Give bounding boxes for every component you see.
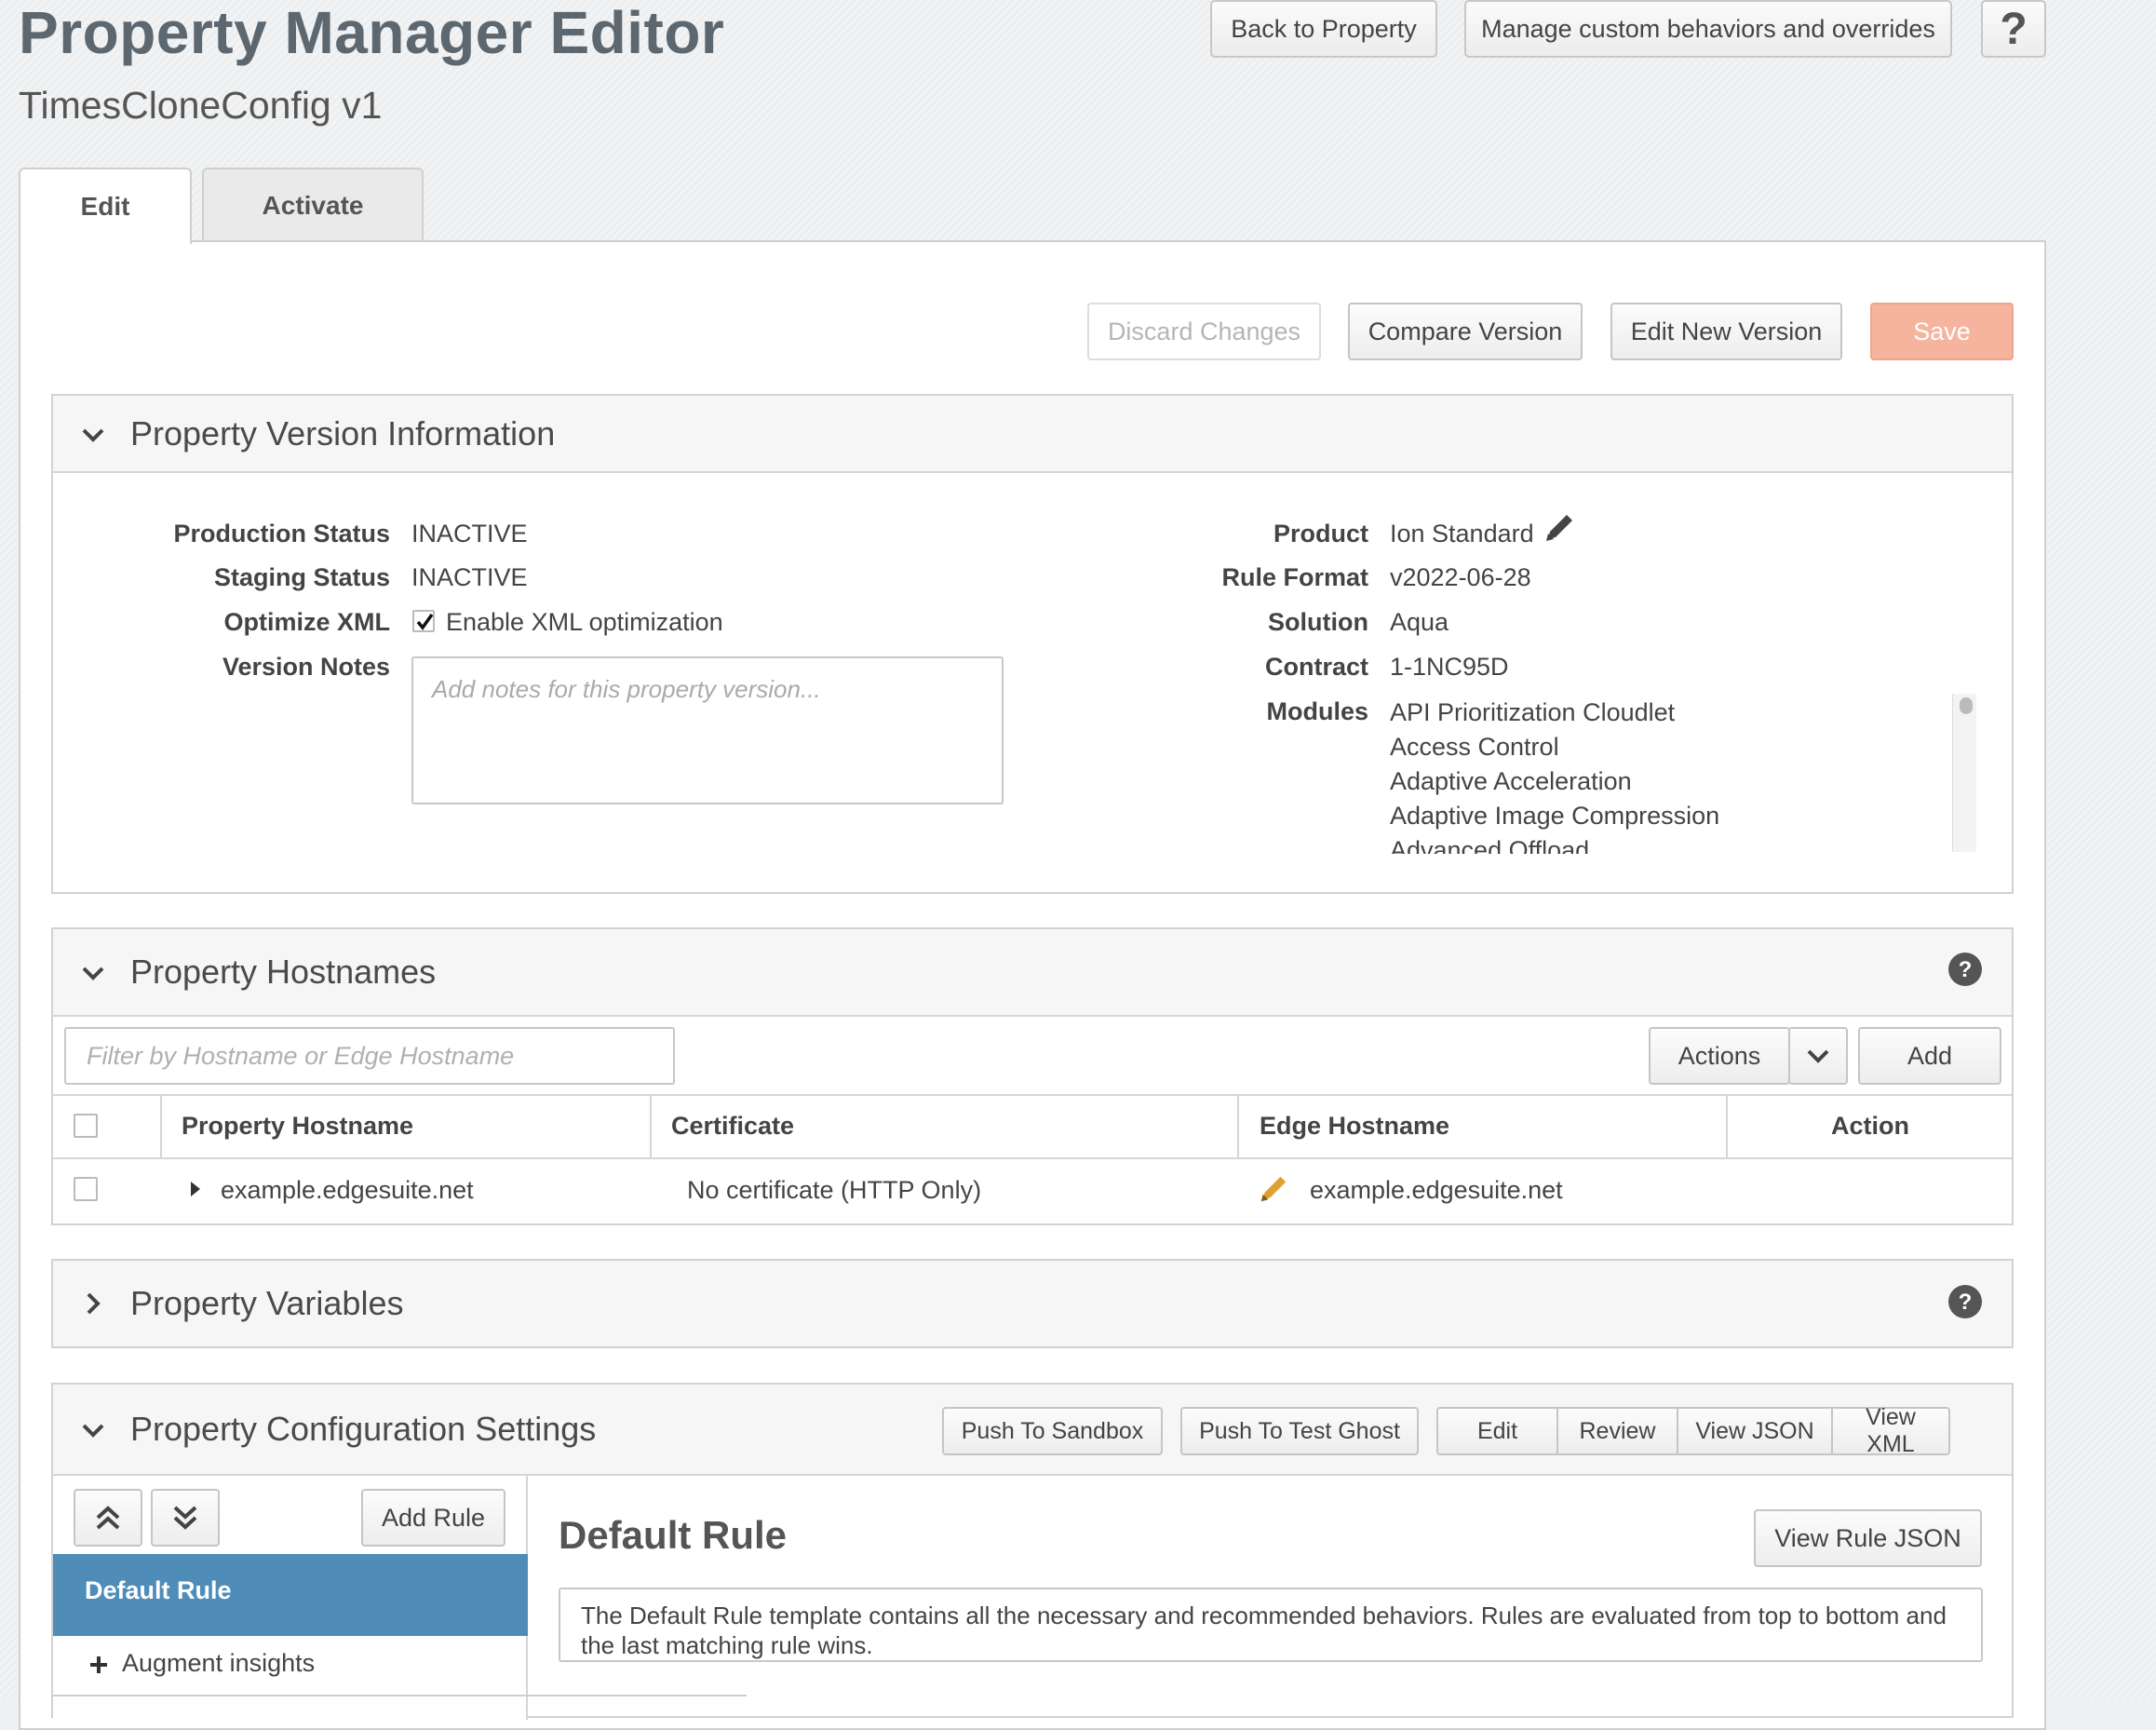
push-to-test-ghost-button[interactable]: Push To Test Ghost bbox=[1180, 1407, 1419, 1455]
column-header-certificate[interactable]: Certificate bbox=[671, 1112, 794, 1141]
tab-activate[interactable]: Activate bbox=[202, 168, 424, 242]
double-chevron-up-icon bbox=[96, 1506, 120, 1530]
product-label: Product bbox=[1273, 520, 1368, 547]
rule-title: Default Rule bbox=[559, 1513, 788, 1557]
table-divider bbox=[53, 1094, 2012, 1096]
actions-button[interactable]: Actions bbox=[1649, 1027, 1790, 1085]
select-all-checkbox[interactable] bbox=[74, 1114, 98, 1138]
rule-format-value: v2022-06-28 bbox=[1390, 563, 1531, 591]
view-rule-json-button[interactable]: View Rule JSON bbox=[1754, 1509, 1982, 1567]
staging-status-label: Staging Status bbox=[213, 563, 390, 591]
property-hostnames-section: Property Hostnames ? Filter by Hostname … bbox=[51, 927, 2014, 1225]
review-button[interactable]: Review bbox=[1556, 1407, 1678, 1455]
section-header[interactable]: Property Variables ? bbox=[53, 1261, 2012, 1346]
chevron-down-icon bbox=[82, 428, 104, 442]
property-configuration-settings-section: Property Configuration Settings Push To … bbox=[51, 1383, 2014, 1720]
svg-text:?: ? bbox=[1959, 957, 1973, 982]
module-item: API Prioritization Cloudlet bbox=[1390, 698, 1676, 726]
section-title: Property Configuration Settings bbox=[130, 1410, 597, 1448]
help-button[interactable]: ? bbox=[1981, 0, 2046, 58]
contract-label: Contract bbox=[1264, 653, 1368, 681]
module-item: Access Control bbox=[1390, 733, 1559, 761]
scrollbar-thumb[interactable] bbox=[1960, 697, 1973, 714]
column-divider bbox=[1237, 1094, 1239, 1157]
double-chevron-down-icon bbox=[173, 1506, 197, 1530]
help-circle-icon[interactable]: ? bbox=[1947, 1283, 1984, 1320]
column-divider bbox=[650, 1094, 652, 1157]
save-button[interactable]: Save bbox=[1870, 303, 2014, 360]
section-title: Property Hostnames bbox=[130, 953, 437, 991]
manage-custom-behaviors-button[interactable]: Manage custom behaviors and overrides bbox=[1464, 0, 1952, 58]
chevron-right-icon bbox=[87, 1292, 101, 1315]
svg-text:?: ? bbox=[1959, 1290, 1973, 1315]
view-json-button[interactable]: View JSON bbox=[1677, 1407, 1833, 1455]
property-version-information-section: Property Version Information Production … bbox=[51, 394, 2014, 894]
rule-tree-panel: Add Rule Default Rule Augment insights bbox=[53, 1476, 528, 1720]
edge-hostname-cell: example.edgesuite.net bbox=[1310, 1176, 1563, 1204]
certificate-cell: No certificate (HTTP Only) bbox=[687, 1176, 982, 1204]
version-notes-textarea[interactable]: Add notes for this property version... bbox=[411, 656, 1004, 804]
production-status-value: INACTIVE bbox=[411, 520, 528, 547]
property-hostname-cell: example.edgesuite.net bbox=[221, 1176, 474, 1204]
actions-dropdown-toggle[interactable] bbox=[1788, 1027, 1848, 1085]
column-header-property-hostname[interactable]: Property Hostname bbox=[182, 1112, 413, 1141]
section-title: Property Variables bbox=[130, 1284, 404, 1322]
chevron-down-icon bbox=[1807, 1049, 1829, 1063]
edit-pencil-icon[interactable] bbox=[1258, 1173, 1289, 1205]
solution-label: Solution bbox=[1268, 608, 1368, 636]
module-item: Adaptive Acceleration bbox=[1390, 767, 1632, 795]
discard-changes-button[interactable]: Discard Changes bbox=[1087, 303, 1321, 360]
section-title: Property Version Information bbox=[130, 414, 556, 453]
add-rule-button[interactable]: Add Rule bbox=[361, 1489, 505, 1547]
optimize-xml-text: Enable XML optimization bbox=[446, 608, 723, 636]
rule-tree-item-augment-insights[interactable]: Augment insights bbox=[122, 1649, 315, 1678]
section-header[interactable]: Property Hostnames ? bbox=[53, 929, 2012, 1017]
chevron-down-icon bbox=[82, 966, 104, 980]
push-to-sandbox-button[interactable]: Push To Sandbox bbox=[942, 1407, 1163, 1455]
production-status-label: Production Status bbox=[173, 520, 390, 547]
edit-pencil-icon[interactable] bbox=[1543, 511, 1576, 545]
row-checkbox[interactable] bbox=[74, 1177, 98, 1201]
add-hostname-button[interactable]: Add bbox=[1858, 1027, 2001, 1085]
rule-tree-divider bbox=[53, 1695, 747, 1696]
page-title: Property Manager Editor bbox=[19, 0, 725, 66]
contract-value: 1-1NC95D bbox=[1390, 653, 1509, 681]
expand-caret-icon[interactable] bbox=[188, 1179, 203, 1199]
module-item: Adaptive Image Compression bbox=[1390, 802, 1720, 830]
chevron-down-icon bbox=[82, 1424, 104, 1438]
optimize-xml-label: Optimize XML bbox=[223, 608, 390, 636]
property-variables-section: Property Variables ? bbox=[51, 1259, 2014, 1348]
back-to-property-button[interactable]: Back to Property bbox=[1210, 0, 1437, 58]
rule-description-textarea[interactable]: The Default Rule template contains all t… bbox=[559, 1588, 1983, 1662]
help-circle-icon[interactable]: ? bbox=[1947, 951, 1984, 988]
hostname-filter-input[interactable]: Filter by Hostname or Edge Hostname bbox=[64, 1027, 675, 1085]
modules-list[interactable]: API Prioritization Cloudlet Access Contr… bbox=[1390, 696, 1986, 854]
modules-label: Modules bbox=[1266, 697, 1368, 725]
property-version-name: TimesCloneConfig v1 bbox=[19, 84, 383, 127]
optimize-xml-checkbox[interactable] bbox=[412, 610, 435, 632]
rule-tree-item-default-rule[interactable]: Default Rule bbox=[53, 1554, 528, 1636]
rule-format-label: Rule Format bbox=[1221, 563, 1368, 591]
view-xml-button[interactable]: View XML bbox=[1831, 1404, 1950, 1457]
tab-edit[interactable]: Edit bbox=[19, 168, 192, 244]
compare-version-button[interactable]: Compare Version bbox=[1348, 303, 1583, 360]
section-header[interactable]: Property Version Information bbox=[53, 396, 2012, 473]
module-item: Advanced Offload bbox=[1390, 836, 1590, 854]
checkmark-icon bbox=[416, 613, 434, 630]
version-notes-label: Version Notes bbox=[222, 653, 390, 681]
plus-icon[interactable] bbox=[88, 1655, 109, 1675]
column-divider bbox=[1726, 1094, 1728, 1157]
solution-value: Aqua bbox=[1390, 608, 1449, 636]
product-value: Ion Standard bbox=[1390, 520, 1534, 547]
column-header-edge-hostname[interactable]: Edge Hostname bbox=[1260, 1112, 1449, 1141]
modules-scrollbar[interactable] bbox=[1952, 694, 1976, 852]
column-divider bbox=[160, 1094, 162, 1157]
edit-config-button[interactable]: Edit bbox=[1436, 1407, 1558, 1455]
edit-new-version-button[interactable]: Edit New Version bbox=[1610, 303, 1842, 360]
expand-all-button[interactable] bbox=[151, 1489, 220, 1547]
table-divider bbox=[53, 1157, 2012, 1159]
collapse-all-button[interactable] bbox=[74, 1489, 142, 1547]
column-header-action: Action bbox=[1831, 1112, 1909, 1140]
staging-status-value: INACTIVE bbox=[411, 563, 528, 591]
